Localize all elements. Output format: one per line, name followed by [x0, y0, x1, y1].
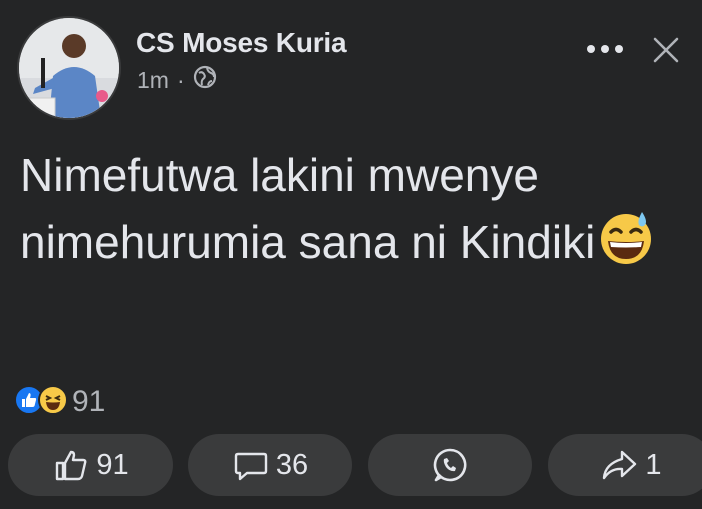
post-meta: 1m · — [137, 65, 217, 95]
comment-icon — [234, 452, 268, 481]
share-count: 1 — [645, 448, 662, 481]
share-button[interactable]: 1 — [548, 434, 702, 496]
reactions-summary[interactable]: 91 — [14, 384, 105, 420]
reaction-count: 91 — [72, 385, 106, 418]
post-body: Nimefutwa lakini mwenye nimehurumia sana… — [20, 142, 680, 283]
post-text: Nimefutwa lakini mwenye nimehurumia sana… — [20, 149, 596, 268]
close-button[interactable] — [646, 30, 686, 70]
like-button[interactable]: 91 — [8, 434, 173, 496]
more-dot-icon — [601, 45, 609, 53]
like-count: 91 — [96, 448, 129, 481]
action-bar: 91 36 1 — [0, 434, 702, 496]
author-name[interactable]: CS Moses Kuria — [136, 27, 347, 59]
more-options-button[interactable] — [580, 34, 630, 64]
whatsapp-share-button[interactable] — [368, 434, 532, 496]
comment-count: 36 — [275, 448, 309, 481]
more-dot-icon — [615, 45, 623, 53]
haha-reaction-icon — [38, 384, 68, 420]
thumbs-up-icon — [56, 450, 87, 481]
meta-separator: · — [176, 66, 185, 93]
post-header: CS Moses Kuria 1m · — [0, 0, 702, 120]
share-icon — [603, 450, 637, 480]
comment-button[interactable]: 36 — [188, 434, 352, 496]
whatsapp-icon — [433, 448, 467, 482]
avatar-photo — [19, 18, 119, 118]
grinning-sweat-emoji-icon — [597, 208, 655, 283]
more-dot-icon — [587, 45, 595, 53]
close-icon — [653, 37, 679, 63]
author-avatar[interactable] — [17, 16, 121, 120]
globe-icon[interactable] — [193, 65, 217, 95]
post-timestamp[interactable]: 1m — [137, 67, 169, 94]
